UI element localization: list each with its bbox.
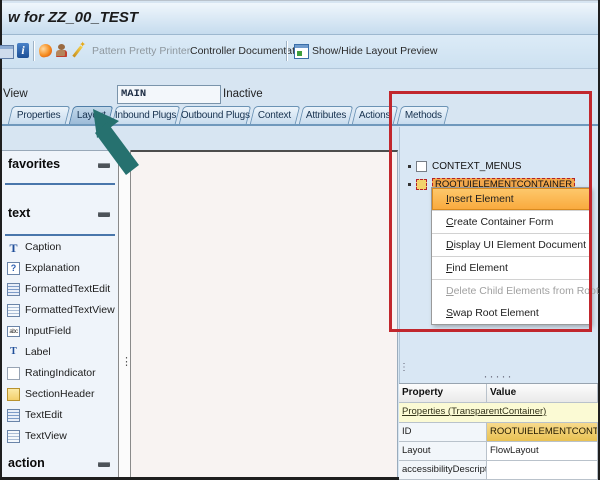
- status-text: Inactive: [223, 88, 263, 100]
- section-header-icon: [7, 388, 20, 401]
- user-icon[interactable]: [55, 44, 68, 57]
- palette-item-textedit[interactable]: TextEdit: [7, 407, 62, 423]
- view-field-label: View: [3, 88, 28, 100]
- pretty-printer-button[interactable]: Pretty Printer: [129, 45, 190, 57]
- toolbar: i ✦ Pattern Pretty Printer Controller Do…: [2, 35, 598, 69]
- group-divider: [5, 183, 115, 185]
- tab-inbound-plugs[interactable]: Inbound Plugs: [112, 106, 180, 124]
- scroll-up-icon[interactable]: ▲: [119, 150, 130, 163]
- palette-item-formattedtextedit[interactable]: FormattedTextEdit: [7, 281, 110, 297]
- collapse-action-button[interactable]: [98, 462, 110, 467]
- collapse-text-button[interactable]: [98, 212, 110, 217]
- id-value-cell[interactable]: ROOTUIELEMENTCONTAINER: [487, 423, 598, 442]
- layout-design-canvas[interactable]: [131, 150, 398, 477]
- palette-scrollbar[interactable]: ▲ ⋮: [118, 150, 131, 477]
- layout-preview-icon[interactable]: [294, 44, 309, 59]
- caption-icon: T: [7, 241, 20, 254]
- property-group-link[interactable]: Properties (TransparentContainer): [399, 403, 598, 423]
- controller-documentation-button[interactable]: Controller Documentation: [190, 45, 309, 57]
- property-row-layout: Layout FlowLayout: [399, 442, 598, 461]
- tab-properties[interactable]: Properties: [8, 106, 70, 124]
- group-divider: [5, 234, 115, 236]
- tab-layout[interactable]: Layout: [69, 106, 113, 124]
- text-edit-icon: [7, 409, 20, 422]
- palette-item-inputfield[interactable]: abc InputField: [7, 323, 71, 339]
- pattern-button[interactable]: Pattern: [92, 45, 126, 57]
- palette-item-textview[interactable]: TextView: [7, 428, 67, 444]
- property-row-id: ID ROOTUIELEMENTCONTAINER: [399, 423, 598, 442]
- property-grid-header: Property Value: [399, 384, 598, 403]
- layout-value-cell[interactable]: FlowLayout: [487, 442, 598, 461]
- explanation-icon: ?: [7, 262, 20, 275]
- tab-outbound-plugs[interactable]: Outbound Plugs: [179, 106, 251, 124]
- palette-item-ratingindicator[interactable]: RatingIndicator: [7, 365, 96, 381]
- check-flame-icon[interactable]: [38, 43, 53, 58]
- toolbar-separator: [286, 41, 287, 61]
- value-column-header: Value: [487, 384, 598, 403]
- ui-element-palette: favorites text T Caption ? Explanation F…: [2, 150, 118, 477]
- tab-context[interactable]: Context: [250, 106, 300, 124]
- palette-item-caption[interactable]: T Caption: [7, 239, 61, 255]
- table-view-icon[interactable]: [0, 45, 14, 59]
- palette-item-formattedtextview[interactable]: FormattedTextView: [7, 302, 115, 318]
- property-grid: Property Value Properties (TransparentCo…: [399, 383, 598, 477]
- palette-group-text: text: [8, 206, 30, 220]
- input-field-icon: abc: [7, 326, 20, 337]
- tab-attributes[interactable]: Attributes: [299, 106, 353, 124]
- window-title: w for ZZ_00_TEST: [8, 9, 138, 26]
- wizard-wand-icon[interactable]: ✦: [71, 43, 85, 57]
- title-bar: w for ZZ_00_TEST: [2, 3, 598, 35]
- palette-item-explanation[interactable]: ? Explanation: [7, 260, 80, 276]
- label-icon: T: [7, 346, 20, 359]
- annotation-highlight-rectangle: [389, 91, 592, 332]
- layout-preview-button[interactable]: Show/Hide Layout Preview: [312, 45, 437, 57]
- palette-item-label[interactable]: T Label: [7, 344, 51, 360]
- sap-workbench-window: w for ZZ_00_TEST i ✦ Pattern Pretty Prin…: [0, 0, 600, 480]
- formatted-text-edit-icon: [7, 283, 20, 296]
- collapse-favorites-button[interactable]: [98, 163, 110, 168]
- accessibility-value-cell[interactable]: [487, 461, 598, 480]
- text-view-icon: [7, 430, 20, 443]
- palette-group-favorites: favorites: [8, 157, 60, 171]
- palette-item-sectionheader[interactable]: SectionHeader: [7, 386, 94, 402]
- toolbar-separator: [33, 41, 34, 61]
- property-row-accessibility: accessibilityDescription: [399, 461, 598, 480]
- info-icon[interactable]: i: [17, 43, 29, 58]
- rating-indicator-icon: [7, 367, 20, 380]
- sparkle-icon: ✦: [79, 40, 86, 49]
- panel-splitter[interactable]: ·····: [399, 369, 598, 383]
- palette-group-action: action: [8, 456, 45, 470]
- formatted-text-view-icon: [7, 304, 20, 317]
- property-column-header: Property: [399, 384, 487, 403]
- view-name-input[interactable]: MAIN: [117, 85, 221, 104]
